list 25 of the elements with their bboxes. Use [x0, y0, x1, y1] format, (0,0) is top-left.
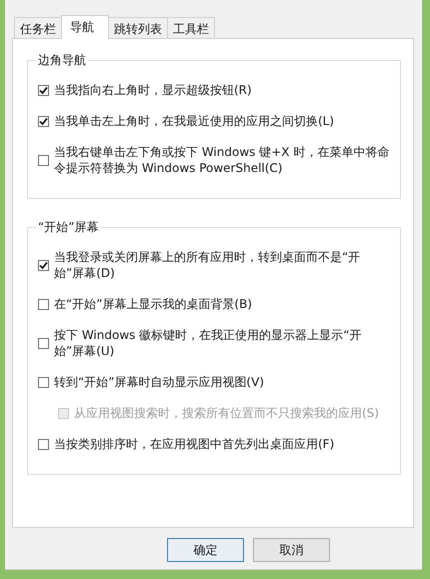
tab[interactable]: 导航	[61, 15, 109, 39]
checkbox[interactable]	[38, 298, 49, 310]
group-title: “开始”屏幕	[37, 219, 100, 236]
checkbox[interactable]	[38, 84, 49, 96]
option-label: 当我右键单击左下角或按下 Windows 键+X 时，在菜单中将命令提示符替换为 Windows PowerShell(C)	[54, 144, 390, 176]
tab[interactable]: 任务栏	[14, 17, 62, 38]
option-label: 当我单击左上角时，在我最近使用的应用之间切换(L)	[54, 113, 334, 129]
checkbox[interactable]	[38, 438, 49, 450]
tab[interactable]: 工具栏	[167, 17, 215, 38]
checkbox[interactable]	[38, 116, 49, 126]
checkbox[interactable]	[38, 338, 49, 348]
tab[interactable]: 跳转列表	[108, 17, 168, 38]
checkbox[interactable]	[38, 154, 49, 166]
option-label: 按下 Windows 徽标键时，在我正使用的显示器上显示“开始”屏幕(U)	[54, 327, 362, 359]
option-label: 转到“开始”屏幕时自动显示应用视图(V)	[54, 374, 264, 390]
checkbox[interactable]	[38, 260, 49, 270]
group-title: 边角导航	[37, 52, 87, 69]
option-label: 在“开始”屏幕上显示我的桌面背景(B)	[54, 296, 252, 312]
option-label: 从应用视图搜索时，搜索所有位置而不只搜索我的应用(S)	[74, 405, 379, 421]
option-label: 当我登录或关闭屏幕上的所有应用时，转到桌面而不是“开始”屏幕(D)	[54, 249, 362, 281]
option-label: 当我指向右上角时，显示超级按钮(R)	[54, 82, 252, 98]
dialog-button[interactable]: 确定	[167, 538, 244, 562]
dialog-button[interactable]: 取消	[253, 538, 330, 562]
checkbox[interactable]	[38, 376, 49, 388]
option-label: 当按类别排序时，在应用视图中首先列出桌面应用(F)	[54, 436, 334, 452]
